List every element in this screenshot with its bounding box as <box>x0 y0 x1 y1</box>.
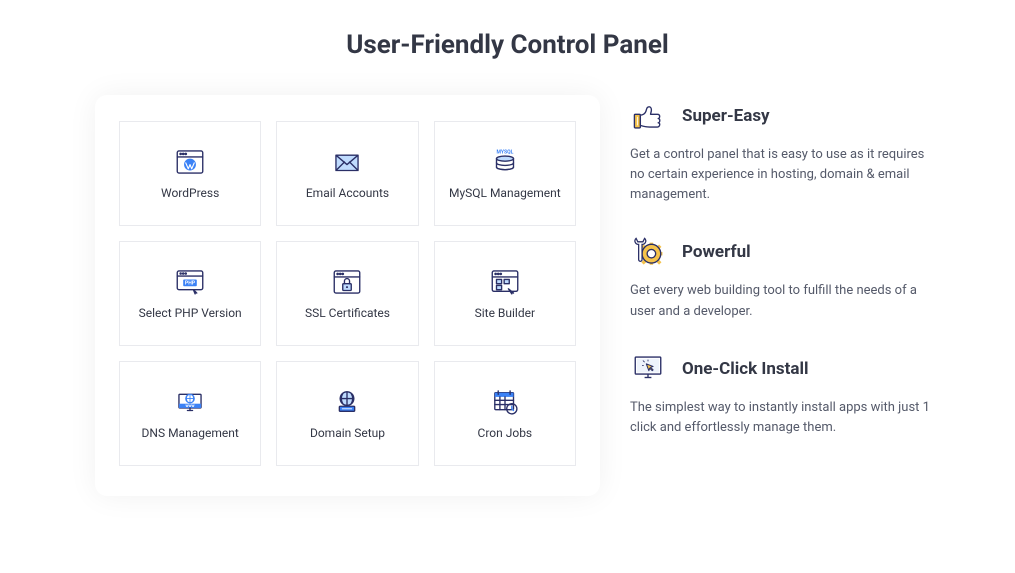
php-badge: PHP <box>185 280 196 286</box>
content-row: WordPress Email Accounts <box>0 95 1015 496</box>
feature-one-click-install: One-Click Install The simplest way to in… <box>630 352 935 438</box>
control-panel-card: WordPress Email Accounts <box>95 95 600 496</box>
monitor-click-icon <box>630 352 666 386</box>
tile-cron-jobs[interactable]: Cron Jobs <box>434 361 576 466</box>
tile-label: MySQL Management <box>449 186 561 200</box>
feature-desc: Get every web building tool to fulfill t… <box>630 281 935 321</box>
feature-desc: The simplest way to instantly install ap… <box>630 398 935 438</box>
tile-select-php-version[interactable]: PHP Select PHP Version <box>119 241 261 346</box>
tile-label: Cron Jobs <box>478 426 533 440</box>
mysql-icon: MYSQL <box>488 148 522 176</box>
features-column: Super-Easy Get a control panel that is e… <box>630 95 935 496</box>
tile-label: Select PHP Version <box>139 306 242 320</box>
site-builder-icon <box>488 268 522 296</box>
feature-title: Powerful <box>682 242 751 262</box>
tile-label: SSL Certificates <box>305 306 390 320</box>
feature-super-easy: Super-Easy Get a control panel that is e… <box>630 99 935 205</box>
domain-icon <box>330 388 364 416</box>
gear-wrench-icon <box>630 235 666 269</box>
tile-label: DNS Management <box>142 426 239 440</box>
tile-label: WordPress <box>161 186 219 200</box>
feature-title: Super-Easy <box>682 106 770 126</box>
feature-title: One-Click Install <box>682 359 809 379</box>
tiles-grid: WordPress Email Accounts <box>119 121 576 466</box>
tile-domain-setup[interactable]: Domain Setup <box>276 361 418 466</box>
tile-site-builder[interactable]: Site Builder <box>434 241 576 346</box>
php-icon: PHP <box>173 268 207 296</box>
ssl-icon <box>330 268 364 296</box>
email-icon <box>330 148 364 176</box>
dns-icon: WWW <box>173 388 207 416</box>
mysql-badge: MYSQL <box>496 149 513 155</box>
thumbs-up-icon <box>630 99 666 133</box>
tile-dns-management[interactable]: WWW DNS Management <box>119 361 261 466</box>
tile-label: Domain Setup <box>310 426 385 440</box>
feature-powerful: Powerful Get every web building tool to … <box>630 235 935 321</box>
tile-email-accounts[interactable]: Email Accounts <box>276 121 418 226</box>
page-title: User-Friendly Control Panel <box>0 30 1015 60</box>
tile-label: Site Builder <box>475 306 535 320</box>
wordpress-icon <box>173 148 207 176</box>
tile-label: Email Accounts <box>306 186 389 200</box>
feature-desc: Get a control panel that is easy to use … <box>630 145 935 205</box>
tile-mysql-management[interactable]: MYSQL MySQL Management <box>434 121 576 226</box>
tile-wordpress[interactable]: WordPress <box>119 121 261 226</box>
tile-ssl-certificates[interactable]: SSL Certificates <box>276 241 418 346</box>
cron-icon <box>488 388 522 416</box>
